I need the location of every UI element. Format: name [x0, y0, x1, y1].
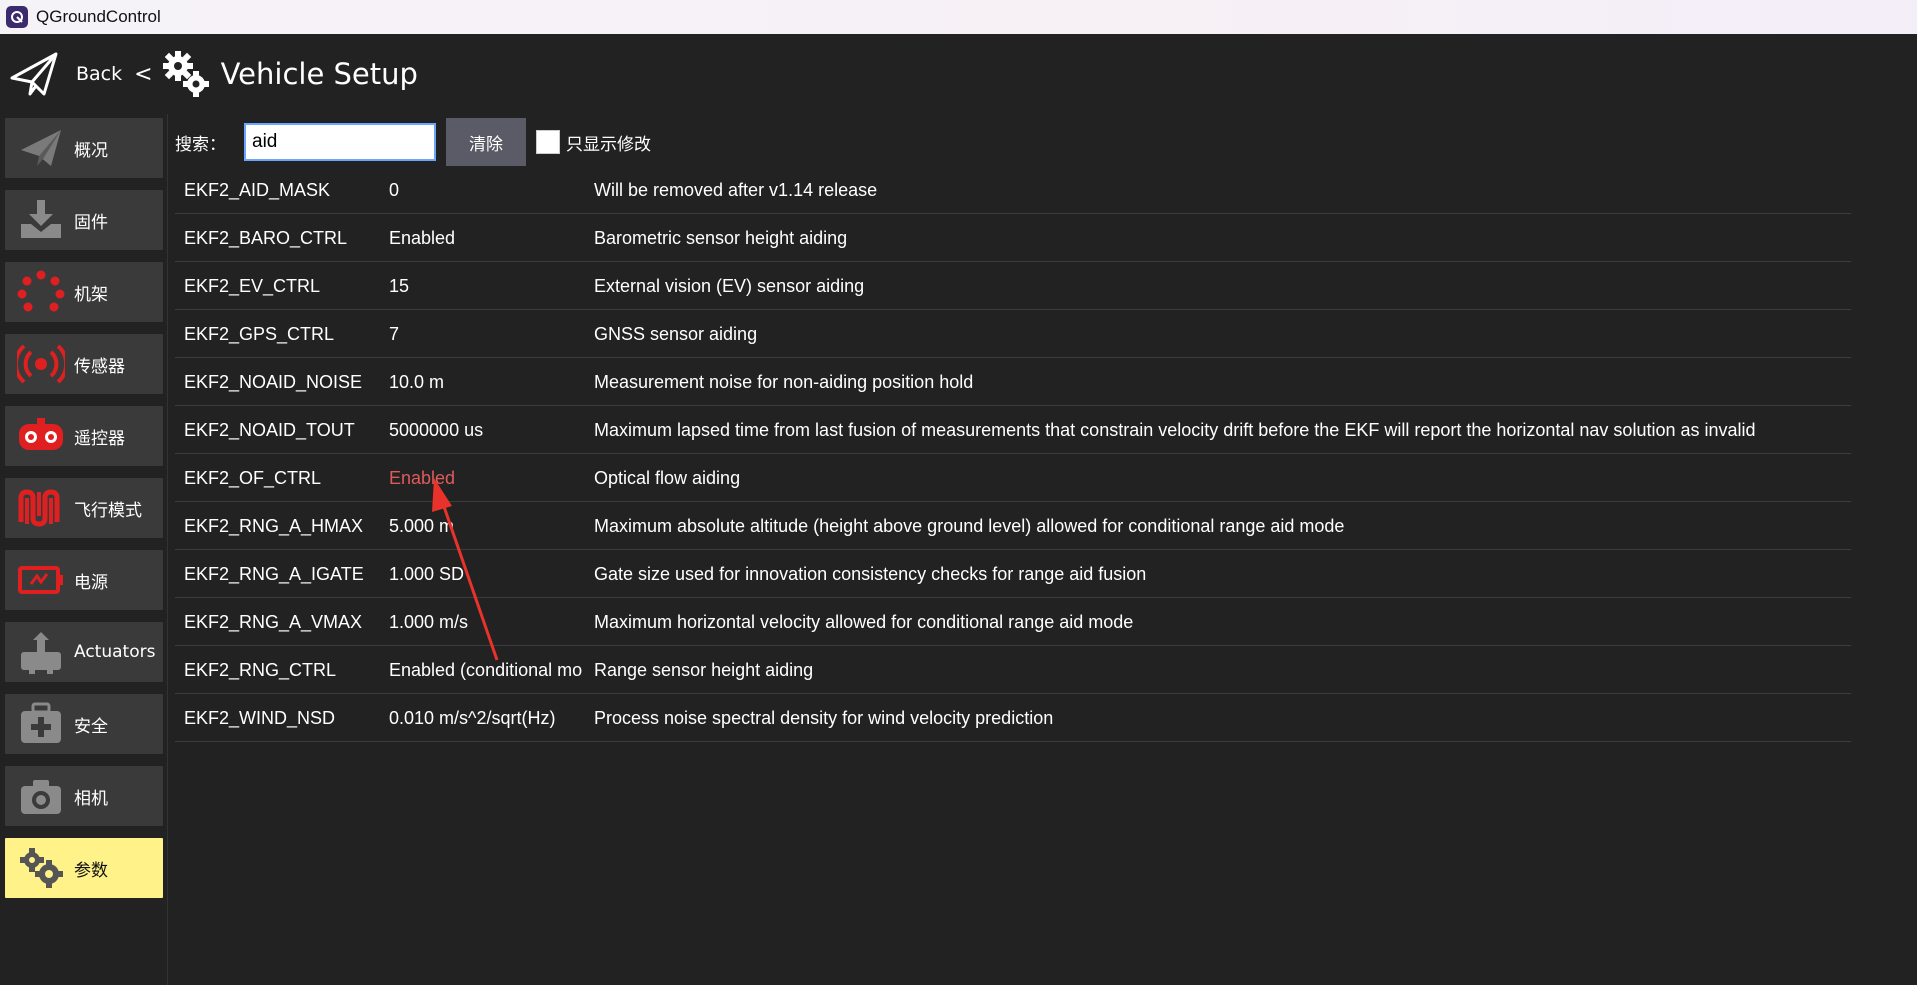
param-description: Gate size used for innovation consistenc…: [594, 564, 1147, 584]
param-description: GNSS sensor aiding: [594, 324, 758, 344]
table-row[interactable]: EKF2_GPS_CTRL 7 GNSS sensor aiding: [175, 310, 1851, 358]
param-description: Maximum absolute altitude (height above …: [594, 516, 1345, 536]
param-value: 15: [389, 276, 410, 296]
sidebar-item-label: 电源: [74, 572, 108, 593]
clear-button[interactable]: 清除: [446, 118, 526, 166]
param-value: 1.000 SD: [389, 564, 465, 584]
paper-plane-icon[interactable]: [8, 48, 60, 100]
breadcrumb-separator: <: [134, 61, 153, 87]
gears-icon: [20, 848, 63, 888]
sidebar-item-label: 相机: [74, 788, 108, 809]
sidebar-item-power[interactable]: 电源: [5, 550, 163, 610]
sensor-icon: [17, 344, 65, 384]
param-name: EKF2_RNG_A_VMAX: [184, 612, 363, 632]
setup-sidebar: 概况 固件 机架 传感器 遥控器 飞行模式 电源 Actuators 安全 相机…: [0, 114, 168, 985]
sidebar-item-label: Actuators: [74, 642, 156, 662]
sidebar-item-label: 机架: [74, 284, 108, 305]
param-value-modified: Enabled: [389, 468, 456, 488]
param-value: 5.000 m: [389, 516, 455, 536]
search-input[interactable]: [244, 123, 436, 161]
param-description: Barometric sensor height aiding: [594, 228, 848, 248]
table-row[interactable]: EKF2_EV_CTRL 15 External vision (EV) senso…: [175, 262, 1851, 310]
sidebar-item-label: 安全: [74, 716, 108, 737]
param-description: Maximum lapsed time from last fusion of …: [594, 420, 1756, 440]
sidebar-item-label: 概况: [74, 140, 108, 161]
sidebar-item-label: 飞行模式: [74, 500, 142, 521]
param-name: EKF2_RNG_A_HMAX: [184, 516, 364, 536]
airframe-icon: [17, 270, 65, 312]
back-button[interactable]: Back: [76, 63, 122, 85]
table-row[interactable]: EKF2_OF_CTRL Enabled Optical flow aiding: [175, 454, 1851, 502]
param-name: EKF2_EV_CTRL: [184, 276, 321, 296]
param-description: Measurement noise for non-aiding positio…: [594, 372, 974, 392]
table-row[interactable]: EKF2_NOAID_NOISE 10.0 m Measurement noise …: [175, 358, 1851, 406]
param-value: Enabled (conditional mo: [389, 660, 583, 680]
param-description: External vision (EV) sensor aiding: [594, 276, 865, 296]
table-row[interactable]: EKF2_BARO_CTRL Enabled Barometric sensor h…: [175, 214, 1851, 262]
sidebar-item-actuators[interactable]: Actuators: [5, 622, 163, 682]
sidebar-item-label: 传感器: [74, 356, 125, 377]
safety-icon: [21, 702, 61, 743]
table-row[interactable]: EKF2_RNG_CTRL Enabled (conditional mo Rang…: [175, 646, 1851, 694]
param-value: 5000000 us: [389, 420, 484, 440]
camera-icon: [21, 780, 61, 814]
param-description: Will be removed after v1.14 release: [594, 180, 878, 200]
battery-icon: [18, 566, 63, 594]
flight-mode-icon: [18, 489, 60, 527]
param-name: EKF2_WIND_NSD: [184, 708, 336, 728]
param-name: EKF2_GPS_CTRL: [184, 324, 335, 344]
sidebar-item-label: 固件: [74, 212, 108, 233]
gears-icon: [162, 51, 209, 97]
actuators-icon: [21, 632, 61, 674]
param-value: 10.0 m: [389, 372, 445, 392]
window-titlebar: QGroundControl: [0, 0, 1917, 34]
sidebar-item-camera[interactable]: 相机: [5, 766, 163, 826]
sidebar-item-safety[interactable]: 安全: [5, 694, 163, 754]
download-icon: [21, 200, 61, 238]
sidebar-item-label: 遥控器: [74, 428, 125, 449]
qgc-app-icon: [6, 6, 28, 28]
param-name: EKF2_NOAID_NOISE: [184, 372, 363, 392]
param-value: 0.010 m/s^2/sqrt(Hz): [389, 708, 556, 728]
table-row[interactable]: EKF2_RNG_A_IGATE 1.000 SD Gate size used f…: [175, 550, 1851, 598]
sidebar-item-flight-modes[interactable]: 飞行模式: [5, 478, 163, 538]
param-description: Optical flow aiding: [594, 468, 741, 488]
sidebar-item-sensors[interactable]: 传感器: [5, 334, 163, 394]
param-description: Process noise spectral density for wind …: [594, 708, 1054, 728]
table-row[interactable]: EKF2_RNG_A_HMAX 5.000 m Maximum absolute a…: [175, 502, 1851, 550]
plane-icon: [21, 130, 61, 166]
param-value: Enabled: [389, 228, 456, 248]
table-row[interactable]: EKF2_AID_MASK 0 Will be removed after v1.1…: [175, 166, 1851, 214]
param-description: Maximum horizontal velocity allowed for …: [594, 612, 1134, 632]
param-name: EKF2_NOAID_TOUT: [184, 420, 355, 440]
sidebar-item-radio[interactable]: 遥控器: [5, 406, 163, 466]
param-name: EKF2_RNG_CTRL: [184, 660, 337, 680]
table-row[interactable]: EKF2_WIND_NSD 0.010 m/s^2/sqrt(Hz) Process…: [175, 694, 1851, 742]
param-description: Range sensor height aiding: [594, 660, 814, 680]
sidebar-item-summary[interactable]: 概况: [5, 118, 163, 178]
radio-icon: [19, 418, 63, 450]
param-name: EKF2_RNG_A_IGATE: [184, 564, 364, 584]
param-table: EKF2_AID_MASK 0 Will be removed after v1.1…: [175, 166, 1851, 742]
sidebar-item-parameters[interactable]: 参数: [5, 838, 163, 898]
sidebar-item-firmware[interactable]: 固件: [5, 190, 163, 250]
table-row[interactable]: EKF2_NOAID_TOUT 5000000 us Maximum lapsed …: [175, 406, 1851, 454]
setup-header: Back < Vehicle Setup: [0, 34, 1917, 114]
window-title: QGroundControl: [36, 7, 161, 26]
param-name: EKF2_OF_CTRL: [184, 468, 322, 488]
show-modified-checkbox[interactable]: [536, 130, 560, 154]
param-name: EKF2_BARO_CTRL: [184, 228, 348, 248]
param-value: 0: [389, 180, 400, 200]
param-name: EKF2_AID_MASK: [184, 180, 331, 200]
search-label: 搜索：: [175, 134, 226, 155]
sidebar-item-label: 参数: [74, 860, 108, 881]
sidebar-item-airframe[interactable]: 机架: [5, 262, 163, 322]
show-modified-label: 只显示修改: [566, 134, 651, 155]
param-search-bar: 搜索： 清除 只显示修改: [175, 118, 775, 166]
table-row[interactable]: EKF2_RNG_A_VMAX 1.000 m/s Maximum horizont…: [175, 598, 1851, 646]
page-title: Vehicle Setup: [220, 57, 418, 91]
param-value: 7: [389, 324, 400, 344]
param-value: 1.000 m/s: [389, 612, 469, 632]
